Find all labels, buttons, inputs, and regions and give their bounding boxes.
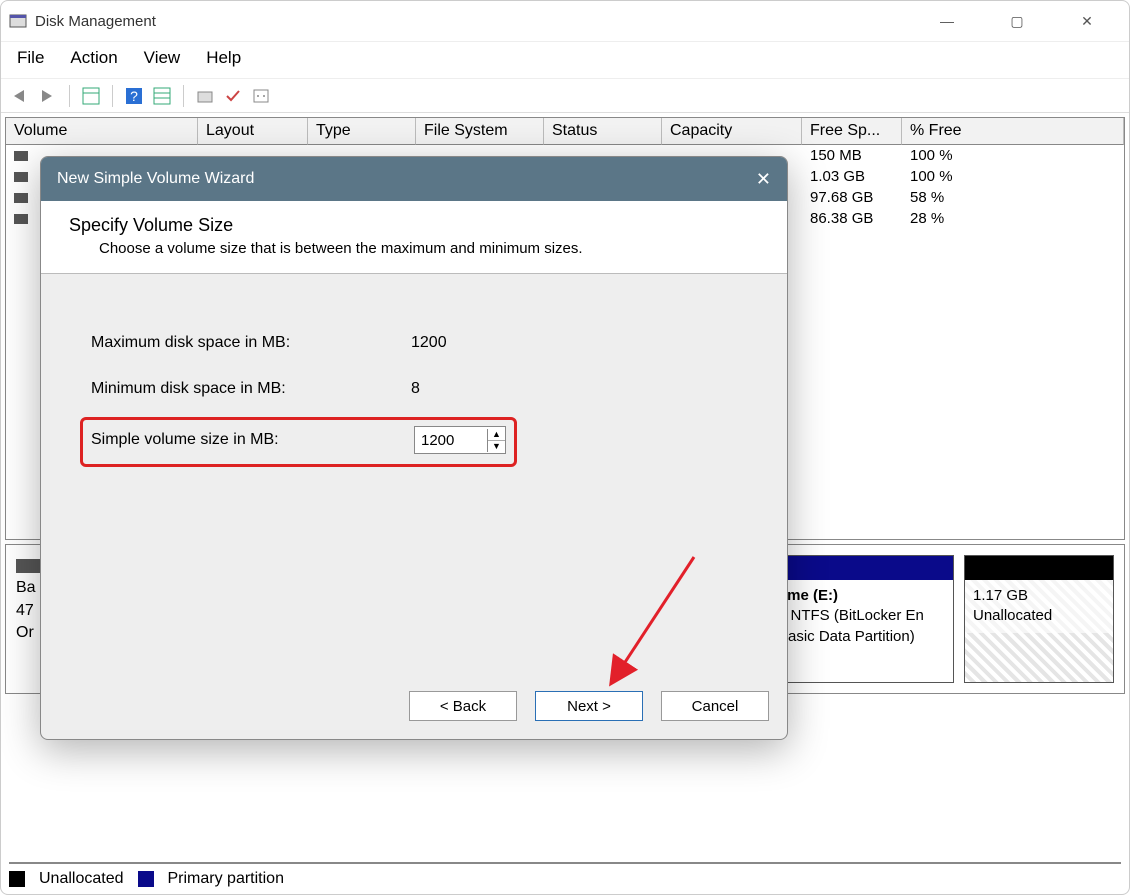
menu-view[interactable]: View: [144, 48, 181, 68]
spin-down-icon[interactable]: ▼: [488, 441, 505, 452]
cell-free: 97.68 GB: [802, 187, 902, 208]
help-icon[interactable]: ?: [123, 85, 145, 107]
cell-free: 1.03 GB: [802, 166, 902, 187]
next-button[interactable]: Next >: [535, 691, 643, 721]
min-size-label: Minimum disk space in MB:: [91, 380, 411, 398]
spin-up-icon[interactable]: ▲: [488, 429, 505, 441]
partition-block-unallocated[interactable]: 1.17 GB Unallocated: [964, 555, 1114, 683]
drive-icon: [14, 214, 28, 224]
volume-size-spinner[interactable]: ▲ ▼: [414, 426, 506, 454]
partition-stripe: [770, 556, 953, 580]
forward-icon[interactable]: [37, 85, 59, 107]
disk-status: Or: [16, 624, 34, 641]
drive-icon: [16, 559, 40, 573]
settings-icon[interactable]: [194, 85, 216, 107]
title-bar: Disk Management — ▢ ✕: [1, 1, 1129, 41]
minimize-button[interactable]: —: [927, 13, 967, 30]
col-type[interactable]: Type: [308, 118, 416, 145]
row-min-size: Minimum disk space in MB: 8: [91, 380, 737, 398]
drive-icon: [14, 193, 28, 203]
legend-label: Unallocated: [39, 870, 124, 888]
min-size-value: 8: [411, 380, 420, 398]
list-icon[interactable]: [151, 85, 173, 107]
col-capacity[interactable]: Capacity: [662, 118, 802, 145]
row-max-size: Maximum disk space in MB: 1200: [91, 334, 737, 352]
col-status[interactable]: Status: [544, 118, 662, 145]
toolbar-separator: [112, 85, 113, 107]
window-title: Disk Management: [35, 13, 156, 30]
partition-stripe: [965, 556, 1113, 580]
back-icon[interactable]: [9, 85, 31, 107]
legend-swatch-primary: [138, 871, 154, 887]
col-layout[interactable]: Layout: [198, 118, 308, 145]
cell-free: 86.38 GB: [802, 208, 902, 229]
legend-label: Primary partition: [168, 870, 284, 888]
unalloc-size: 1.17 GB: [973, 587, 1028, 604]
max-size-value: 1200: [411, 334, 447, 352]
check-icon[interactable]: [222, 85, 244, 107]
wizard-titlebar: New Simple Volume Wizard ✕: [41, 157, 787, 201]
legend-swatch-unallocated: [9, 871, 25, 887]
unalloc-label: Unallocated: [973, 607, 1052, 624]
wizard-title: New Simple Volume Wizard: [57, 170, 254, 188]
col-percent-free[interactable]: % Free: [902, 118, 1124, 145]
wizard-heading: Specify Volume Size: [69, 215, 759, 236]
cell-pct: 100 %: [902, 145, 1124, 166]
maximize-button[interactable]: ▢: [997, 13, 1037, 30]
wizard-header: Specify Volume Size Choose a volume size…: [41, 201, 787, 274]
menu-help[interactable]: Help: [206, 48, 241, 68]
wizard-dialog: New Simple Volume Wizard ✕ Specify Volum…: [40, 156, 788, 740]
svg-text:?: ?: [130, 88, 138, 104]
col-free[interactable]: Free Sp...: [802, 118, 902, 145]
close-button[interactable]: ✕: [1067, 13, 1107, 30]
max-size-label: Maximum disk space in MB:: [91, 334, 411, 352]
menu-bar: File Action View Help: [1, 41, 1129, 79]
col-volume[interactable]: Volume: [6, 118, 198, 145]
wizard-subheading: Choose a volume size that is between the…: [69, 240, 759, 257]
drive-icon: [14, 172, 28, 182]
volume-size-input[interactable]: [415, 430, 487, 451]
col-filesystem[interactable]: File System: [416, 118, 544, 145]
toolbar-separator: [183, 85, 184, 107]
volume-size-label: Simple volume size in MB:: [91, 431, 414, 449]
cell-pct: 28 %: [902, 208, 1124, 229]
table-icon[interactable]: [80, 85, 102, 107]
app-icon: [9, 12, 27, 30]
highlighted-size-row: Simple volume size in MB: ▲ ▼: [80, 417, 517, 467]
wizard-buttons: < Back Next > Cancel: [409, 691, 769, 721]
partition-line: 3 NTFS (BitLocker En: [778, 607, 924, 624]
cell-free: 150 MB: [802, 145, 902, 166]
toolbar: ?: [1, 79, 1129, 113]
toolbar-separator: [69, 85, 70, 107]
properties-icon[interactable]: [250, 85, 272, 107]
disk-label: Ba: [16, 579, 36, 596]
back-button[interactable]: < Back: [409, 691, 517, 721]
disk-size: 47: [16, 602, 34, 619]
partition-block-e[interactable]: ume (E:) 3 NTFS (BitLocker En Basic Data…: [769, 555, 954, 683]
cell-pct: 58 %: [902, 187, 1124, 208]
menu-file[interactable]: File: [17, 48, 44, 68]
volume-table-header: Volume Layout Type File System Status Ca…: [6, 118, 1124, 145]
menu-action[interactable]: Action: [70, 48, 117, 68]
cancel-button[interactable]: Cancel: [661, 691, 769, 721]
legend: Unallocated Primary partition: [9, 862, 1121, 888]
partition-line: Basic Data Partition): [778, 628, 915, 645]
cell-pct: 100 %: [902, 166, 1124, 187]
drive-icon: [14, 151, 28, 161]
close-icon[interactable]: ✕: [756, 169, 771, 190]
